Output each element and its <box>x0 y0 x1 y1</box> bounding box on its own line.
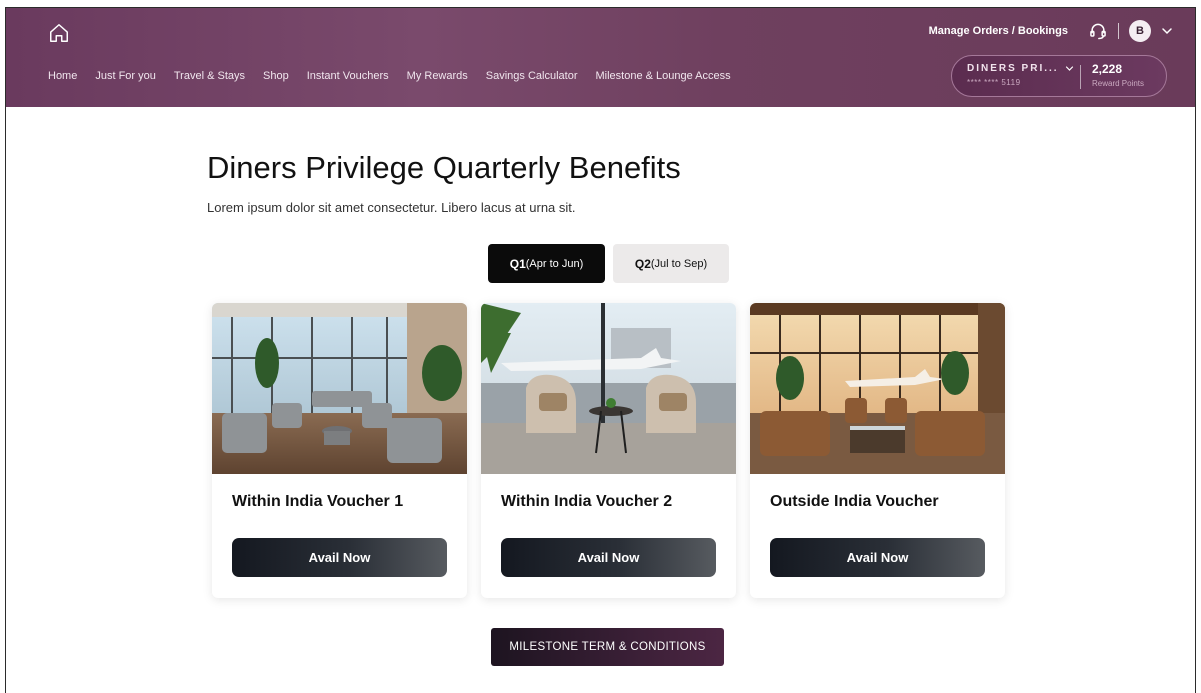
tab-q1[interactable]: Q1 (Apr to Jun) <box>488 244 605 283</box>
headset-icon[interactable] <box>1088 21 1108 41</box>
reward-points-value: 2,228 <box>1092 62 1123 76</box>
reward-points-label: Reward Points <box>1092 79 1145 88</box>
tab-q2-quarter: Q2 <box>634 256 651 271</box>
nav-just-for-you[interactable]: Just For you <box>95 70 156 82</box>
lounge-image <box>481 303 736 474</box>
manage-orders-link[interactable]: Manage Orders / Bookings <box>929 25 1068 37</box>
avail-now-button[interactable]: Avail Now <box>501 538 716 577</box>
card-name-dropdown[interactable]: DINERS PRI... <box>967 63 1074 74</box>
voucher-title: Outside India Voucher <box>770 493 939 510</box>
nav-travel-stays[interactable]: Travel & Stays <box>174 70 245 82</box>
nav-shop[interactable]: Shop <box>263 70 289 82</box>
pill-divider <box>1080 65 1081 89</box>
home-icon[interactable] <box>48 22 70 44</box>
tab-q1-quarter: Q1 <box>509 256 526 271</box>
tab-q2-range: (Jul to Sep) <box>650 257 708 270</box>
voucher-card: Within India Voucher 1 Avail Now <box>212 303 467 598</box>
tab-q1-range: (Apr to Jun) <box>525 257 584 270</box>
lounge-image <box>750 303 1005 474</box>
voucher-card: Outside India Voucher Avail Now <box>750 303 1005 598</box>
terms-conditions-button[interactable]: MILESTONE TERM & CONDITIONS <box>491 628 724 666</box>
voucher-cards: Within India Voucher 1 Avail Now Within … <box>212 303 1005 598</box>
avail-now-button[interactable]: Avail Now <box>770 538 985 577</box>
voucher-title: Within India Voucher 2 <box>501 493 673 510</box>
tab-q2[interactable]: Q2 (Jul to Sep) <box>613 244 729 283</box>
main-nav: Home Just For you Travel & Stays Shop In… <box>48 70 731 82</box>
chevron-down-icon <box>1065 66 1073 71</box>
nav-savings-calculator[interactable]: Savings Calculator <box>486 70 578 82</box>
page-subtitle: Lorem ipsum dolor sit amet consectetur. … <box>207 200 576 215</box>
card-selector[interactable]: DINERS PRI... **** **** 5119 2,228 Rewar… <box>951 55 1167 97</box>
nav-home[interactable]: Home <box>48 70 77 82</box>
avatar[interactable]: B <box>1129 20 1151 42</box>
card-name: DINERS PRI... <box>967 63 1059 74</box>
header-divider <box>1118 23 1119 39</box>
nav-milestone-lounge[interactable]: Milestone & Lounge Access <box>596 70 731 82</box>
nav-my-rewards[interactable]: My Rewards <box>407 70 468 82</box>
nav-instant-vouchers[interactable]: Instant Vouchers <box>307 70 389 82</box>
voucher-title: Within India Voucher 1 <box>232 493 404 510</box>
top-header: Home Just For you Travel & Stays Shop In… <box>6 8 1195 107</box>
header-actions: Manage Orders / Bookings B <box>929 20 1173 42</box>
quarter-tabs: Q1 (Apr to Jun) Q2 (Jul to Sep) <box>488 244 729 283</box>
page-frame: Home Just For you Travel & Stays Shop In… <box>5 7 1196 693</box>
chevron-down-icon[interactable] <box>1161 25 1173 37</box>
lounge-image <box>212 303 467 474</box>
voucher-card: Within India Voucher 2 Avail Now <box>481 303 736 598</box>
card-number: **** **** 5119 <box>967 78 1021 87</box>
avail-now-button[interactable]: Avail Now <box>232 538 447 577</box>
page-title: Diners Privilege Quarterly Benefits <box>207 150 681 185</box>
